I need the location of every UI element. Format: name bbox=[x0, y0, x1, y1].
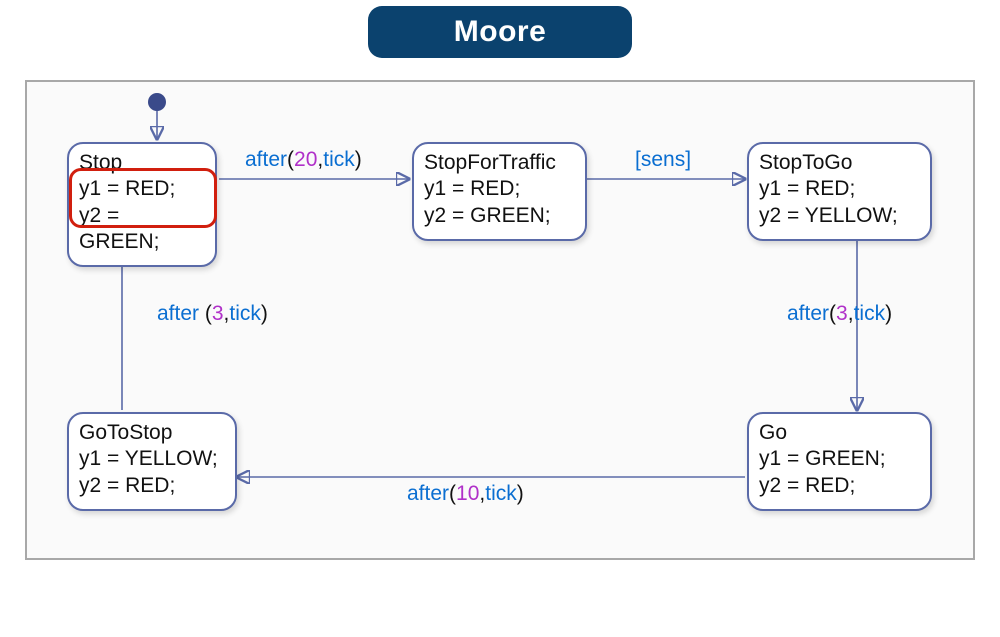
condition: [sens] bbox=[635, 148, 691, 171]
paren-close: ) bbox=[261, 302, 268, 325]
state-output-y1: y1 = RED; bbox=[79, 176, 205, 202]
event: tick bbox=[485, 482, 517, 505]
event: tick bbox=[229, 302, 261, 325]
state-diagram-frame: Stop y1 = RED; y2 = GREEN; StopForTraffi… bbox=[25, 80, 975, 560]
state-output-y1: y1 = YELLOW; bbox=[79, 446, 225, 472]
paren-close: ) bbox=[355, 148, 362, 171]
state-stoptogo: StopToGo y1 = RED; y2 = YELLOW; bbox=[747, 142, 932, 241]
state-output-y1: y1 = RED; bbox=[759, 176, 920, 202]
state-name: Go bbox=[759, 420, 920, 446]
state-output-y1: y1 = GREEN; bbox=[759, 446, 920, 472]
number: 3 bbox=[212, 302, 224, 325]
state-name: Stop bbox=[79, 150, 205, 176]
state-stopfortraffic: StopForTraffic y1 = RED; y2 = GREEN; bbox=[412, 142, 587, 241]
number: 3 bbox=[836, 302, 848, 325]
diagram-title: Moore bbox=[368, 6, 632, 58]
state-output-y2: y2 = RED; bbox=[759, 473, 920, 499]
state-go: Go y1 = GREEN; y2 = RED; bbox=[747, 412, 932, 511]
state-output-y2: y2 = GREEN; bbox=[79, 203, 205, 256]
transition-label-sft-to-stg: [sens] bbox=[635, 148, 691, 172]
paren-close: ) bbox=[885, 302, 892, 325]
kw: after bbox=[245, 148, 287, 171]
paren-open: ( bbox=[205, 302, 212, 325]
state-name: GoToStop bbox=[79, 420, 225, 446]
transition-label-stg-to-go: after(3,tick) bbox=[787, 302, 892, 326]
paren-close: ) bbox=[517, 482, 524, 505]
state-output-y1: y1 = RED; bbox=[424, 176, 575, 202]
number: 20 bbox=[294, 148, 317, 171]
state-stop: Stop y1 = RED; y2 = GREEN; bbox=[67, 142, 217, 267]
kw: after bbox=[787, 302, 829, 325]
state-gotostop: GoToStop y1 = YELLOW; y2 = RED; bbox=[67, 412, 237, 511]
paren-open: ( bbox=[829, 302, 836, 325]
transition-label-go-to-gts: after(10,tick) bbox=[407, 482, 524, 506]
state-output-y2: y2 = RED; bbox=[79, 473, 225, 499]
state-output-y2: y2 = YELLOW; bbox=[759, 203, 920, 229]
state-output-y2: y2 = GREEN; bbox=[424, 203, 575, 229]
event: tick bbox=[854, 302, 886, 325]
kw: after bbox=[157, 302, 205, 325]
paren-open: ( bbox=[287, 148, 294, 171]
paren-open: ( bbox=[449, 482, 456, 505]
transition-label-gts-to-stop: after (3,tick) bbox=[157, 302, 268, 326]
initial-state-dot-icon bbox=[148, 93, 166, 111]
kw: after bbox=[407, 482, 449, 505]
state-name: StopToGo bbox=[759, 150, 920, 176]
number: 10 bbox=[456, 482, 479, 505]
event: tick bbox=[323, 148, 355, 171]
transition-label-stop-to-sft: after(20,tick) bbox=[245, 148, 362, 172]
state-name: StopForTraffic bbox=[424, 150, 575, 176]
